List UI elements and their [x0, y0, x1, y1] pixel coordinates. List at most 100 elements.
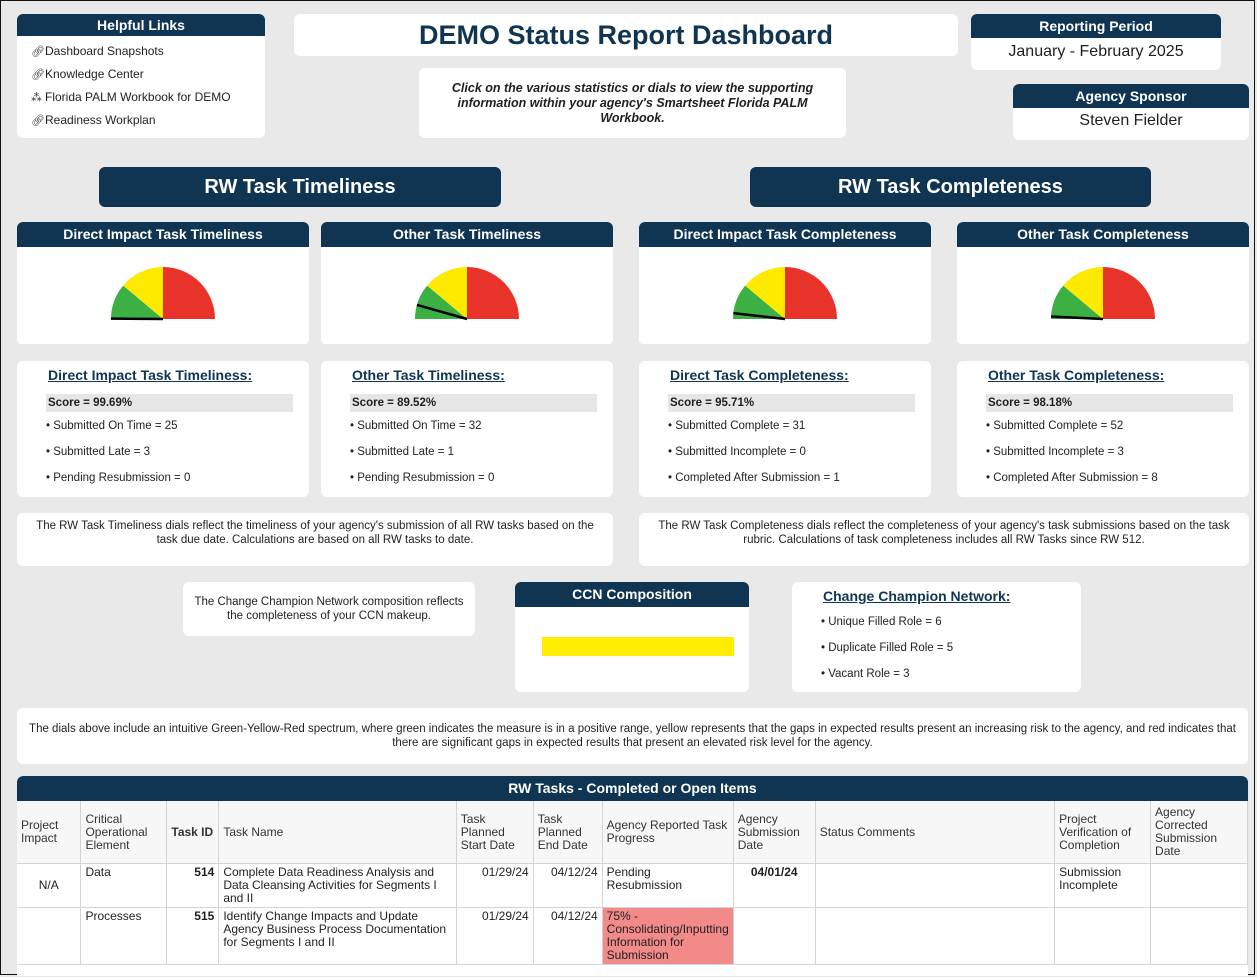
stat-card-other-timeliness[interactable]: Other Task Timeliness: Score = 89.52% • …	[321, 361, 613, 497]
gauge-dial[interactable]	[1048, 247, 1158, 327]
link-florida-palm-workbook[interactable]: ⁂ Florida PALM Workbook for DEMO	[31, 86, 265, 109]
stat-line[interactable]: • Submitted On Time = 32	[350, 420, 482, 432]
ccn-composition-title: CCN Composition	[515, 582, 749, 607]
cell-end: 04/12/24	[533, 863, 603, 908]
stat-header[interactable]: Other Task Completeness:	[988, 367, 1164, 383]
dial-title: Other Task Completeness	[957, 222, 1249, 247]
gauge-red-segment	[1103, 267, 1155, 319]
cell-progress: Pending Resubmission	[602, 863, 734, 908]
stat-line[interactable]: • Submitted Complete = 52	[986, 420, 1123, 432]
cell-task-name: Complete Data Readiness Analysis and Dat…	[218, 863, 457, 908]
col-reported-progress[interactable]: Agency Reported Task Progress	[602, 801, 734, 864]
cell-impact	[17, 907, 82, 965]
reporting-period-value: January - February 2025	[1008, 43, 1184, 60]
stat-header[interactable]: Direct Task Completeness:	[670, 367, 849, 383]
link-icon: 🔗︎	[31, 115, 45, 127]
helpful-links-panel: Helpful Links 🔗︎Dashboard Snapshots 🔗︎Kn…	[17, 14, 265, 138]
col-submission-date[interactable]: Agency Submission Date	[733, 801, 816, 864]
ccn-stat-line[interactable]: • Duplicate Filled Role = 5	[821, 642, 953, 654]
ccn-stat-line[interactable]: • Vacant Role = 3	[821, 668, 910, 680]
cell-start: 01/29/24	[456, 863, 534, 908]
helpful-links-list: 🔗︎Dashboard Snapshots 🔗︎Knowledge Center…	[17, 40, 265, 132]
dial-title: Other Task Timeliness	[321, 222, 613, 247]
cell-task-name: Identify Change Impacts and Update Agenc…	[218, 907, 457, 965]
dial-card-other-timeliness[interactable]: Other Task Timeliness	[321, 222, 613, 344]
dial-card-direct-completeness[interactable]: Direct Impact Task Completeness	[639, 222, 931, 344]
page-title: DEMO Status Report Dashboard	[294, 14, 958, 56]
stat-line[interactable]: • Submitted On Time = 25	[46, 420, 178, 432]
ccn-stat-line[interactable]: • Unique Filled Role = 6	[821, 616, 942, 628]
ccn-composition-panel[interactable]: CCN Composition	[515, 582, 749, 692]
link-knowledge-center[interactable]: 🔗︎Knowledge Center	[31, 63, 265, 86]
stat-line[interactable]: • Submitted Late = 1	[350, 446, 454, 458]
dial-card-other-completeness[interactable]: Other Task Completeness	[957, 222, 1249, 344]
stat-score: Score = 99.69%	[46, 394, 293, 412]
link-readiness-workplan[interactable]: 🔗︎Readiness Workplan	[31, 109, 265, 132]
stat-line[interactable]: • Pending Resubmission = 0	[350, 472, 494, 484]
stat-header[interactable]: Other Task Timeliness:	[352, 367, 505, 383]
stat-line[interactable]: • Submitted Late = 3	[46, 446, 150, 458]
cell-end: 04/12/24	[533, 907, 603, 965]
col-start-date[interactable]: Task Planned Start Date	[456, 801, 534, 864]
workbook-icon: ⁂	[31, 92, 42, 104]
stat-card-other-completeness[interactable]: Other Task Completeness: Score = 98.18% …	[957, 361, 1249, 497]
gauge-dial[interactable]	[108, 247, 218, 327]
cell-corrected	[1150, 863, 1248, 908]
stat-line[interactable]: • Submitted Complete = 31	[668, 420, 805, 432]
col-critical-element[interactable]: Critical Operational Element	[80, 801, 168, 864]
gauge-red-segment	[785, 267, 837, 319]
ccn-composition-bar[interactable]	[542, 637, 734, 656]
cell-start: 01/29/24	[456, 907, 534, 965]
section-header-timeliness: RW Task Timeliness	[99, 167, 501, 207]
col-task-id[interactable]: Task ID	[166, 801, 220, 864]
dial-title: Direct Impact Task Timeliness	[17, 222, 309, 247]
cell-element: Data	[80, 863, 168, 908]
ccn-stat-header[interactable]: Change Champion Network:	[823, 588, 1010, 604]
stat-line[interactable]: • Submitted Incomplete = 0	[668, 446, 806, 458]
col-status-comments[interactable]: Status Comments	[815, 801, 1056, 864]
cell-submission	[733, 907, 816, 965]
cell-element: Processes	[80, 907, 168, 965]
instruction-text: Click on the various statistics or dials…	[419, 68, 846, 138]
stat-line[interactable]: • Submitted Incomplete = 3	[986, 446, 1124, 458]
timeliness-note: The RW Task Timeliness dials reflect the…	[17, 513, 613, 566]
table-row[interactable]: N/A Data 514 Complete Data Readiness Ana…	[17, 863, 1248, 908]
rw-tasks-table-panel: RW Tasks - Completed or Open Items Proje…	[17, 776, 1248, 976]
col-corrected-date[interactable]: Agency Corrected Submission Date	[1150, 801, 1248, 864]
cell-task-id[interactable]: 515	[166, 907, 220, 965]
gauge-red-segment	[467, 267, 519, 319]
cell-task-id[interactable]: 514	[166, 863, 220, 908]
helpful-links-title: Helpful Links	[17, 14, 265, 36]
ccn-stat-card[interactable]: Change Champion Network: • Unique Filled…	[792, 582, 1081, 692]
dial-title: Direct Impact Task Completeness	[639, 222, 931, 247]
stat-line[interactable]: • Completed After Submission = 8	[986, 472, 1158, 484]
table-row[interactable]: Processes 515 Identify Change Impacts an…	[17, 907, 1248, 965]
link-dashboard-snapshots[interactable]: 🔗︎Dashboard Snapshots	[31, 40, 265, 63]
dial-card-direct-timeliness[interactable]: Direct Impact Task Timeliness	[17, 222, 309, 344]
rw-tasks-table: Project Impact Critical Operational Elem…	[17, 801, 1248, 965]
rw-tasks-table-title: RW Tasks - Completed or Open Items	[17, 776, 1248, 801]
completeness-note: The RW Task Completeness dials reflect t…	[639, 513, 1249, 566]
cell-impact: N/A	[17, 863, 82, 908]
cell-verification	[1054, 907, 1152, 965]
cell-submission: 04/01/24	[733, 863, 816, 908]
col-end-date[interactable]: Task Planned End Date	[533, 801, 603, 864]
stat-card-direct-timeliness[interactable]: Direct Impact Task Timeliness: Score = 9…	[17, 361, 309, 497]
link-icon: 🔗︎	[31, 46, 45, 58]
gauge-dial[interactable]	[412, 247, 522, 327]
col-project-impact[interactable]: Project Impact	[17, 801, 82, 864]
cell-corrected	[1150, 907, 1248, 965]
agency-sponsor-panel: Agency Sponsor Steven Fielder	[1013, 84, 1249, 140]
stat-score: Score = 98.18%	[986, 394, 1233, 412]
agency-sponsor-title: Agency Sponsor	[1013, 84, 1249, 108]
spectrum-note: The dials above include an intuitive Gre…	[17, 708, 1248, 764]
col-task-name[interactable]: Task Name	[218, 801, 457, 864]
cell-progress: 75% - Consolidating/Inputting Informatio…	[602, 907, 734, 965]
gauge-dial[interactable]	[730, 247, 840, 327]
stat-card-direct-completeness[interactable]: Direct Task Completeness: Score = 95.71%…	[639, 361, 931, 497]
col-verification[interactable]: Project Verification of Completion	[1054, 801, 1152, 864]
stat-line[interactable]: • Pending Resubmission = 0	[46, 472, 190, 484]
stat-line[interactable]: • Completed After Submission = 1	[668, 472, 840, 484]
link-icon: 🔗︎	[31, 69, 45, 81]
stat-header[interactable]: Direct Impact Task Timeliness:	[48, 367, 252, 383]
